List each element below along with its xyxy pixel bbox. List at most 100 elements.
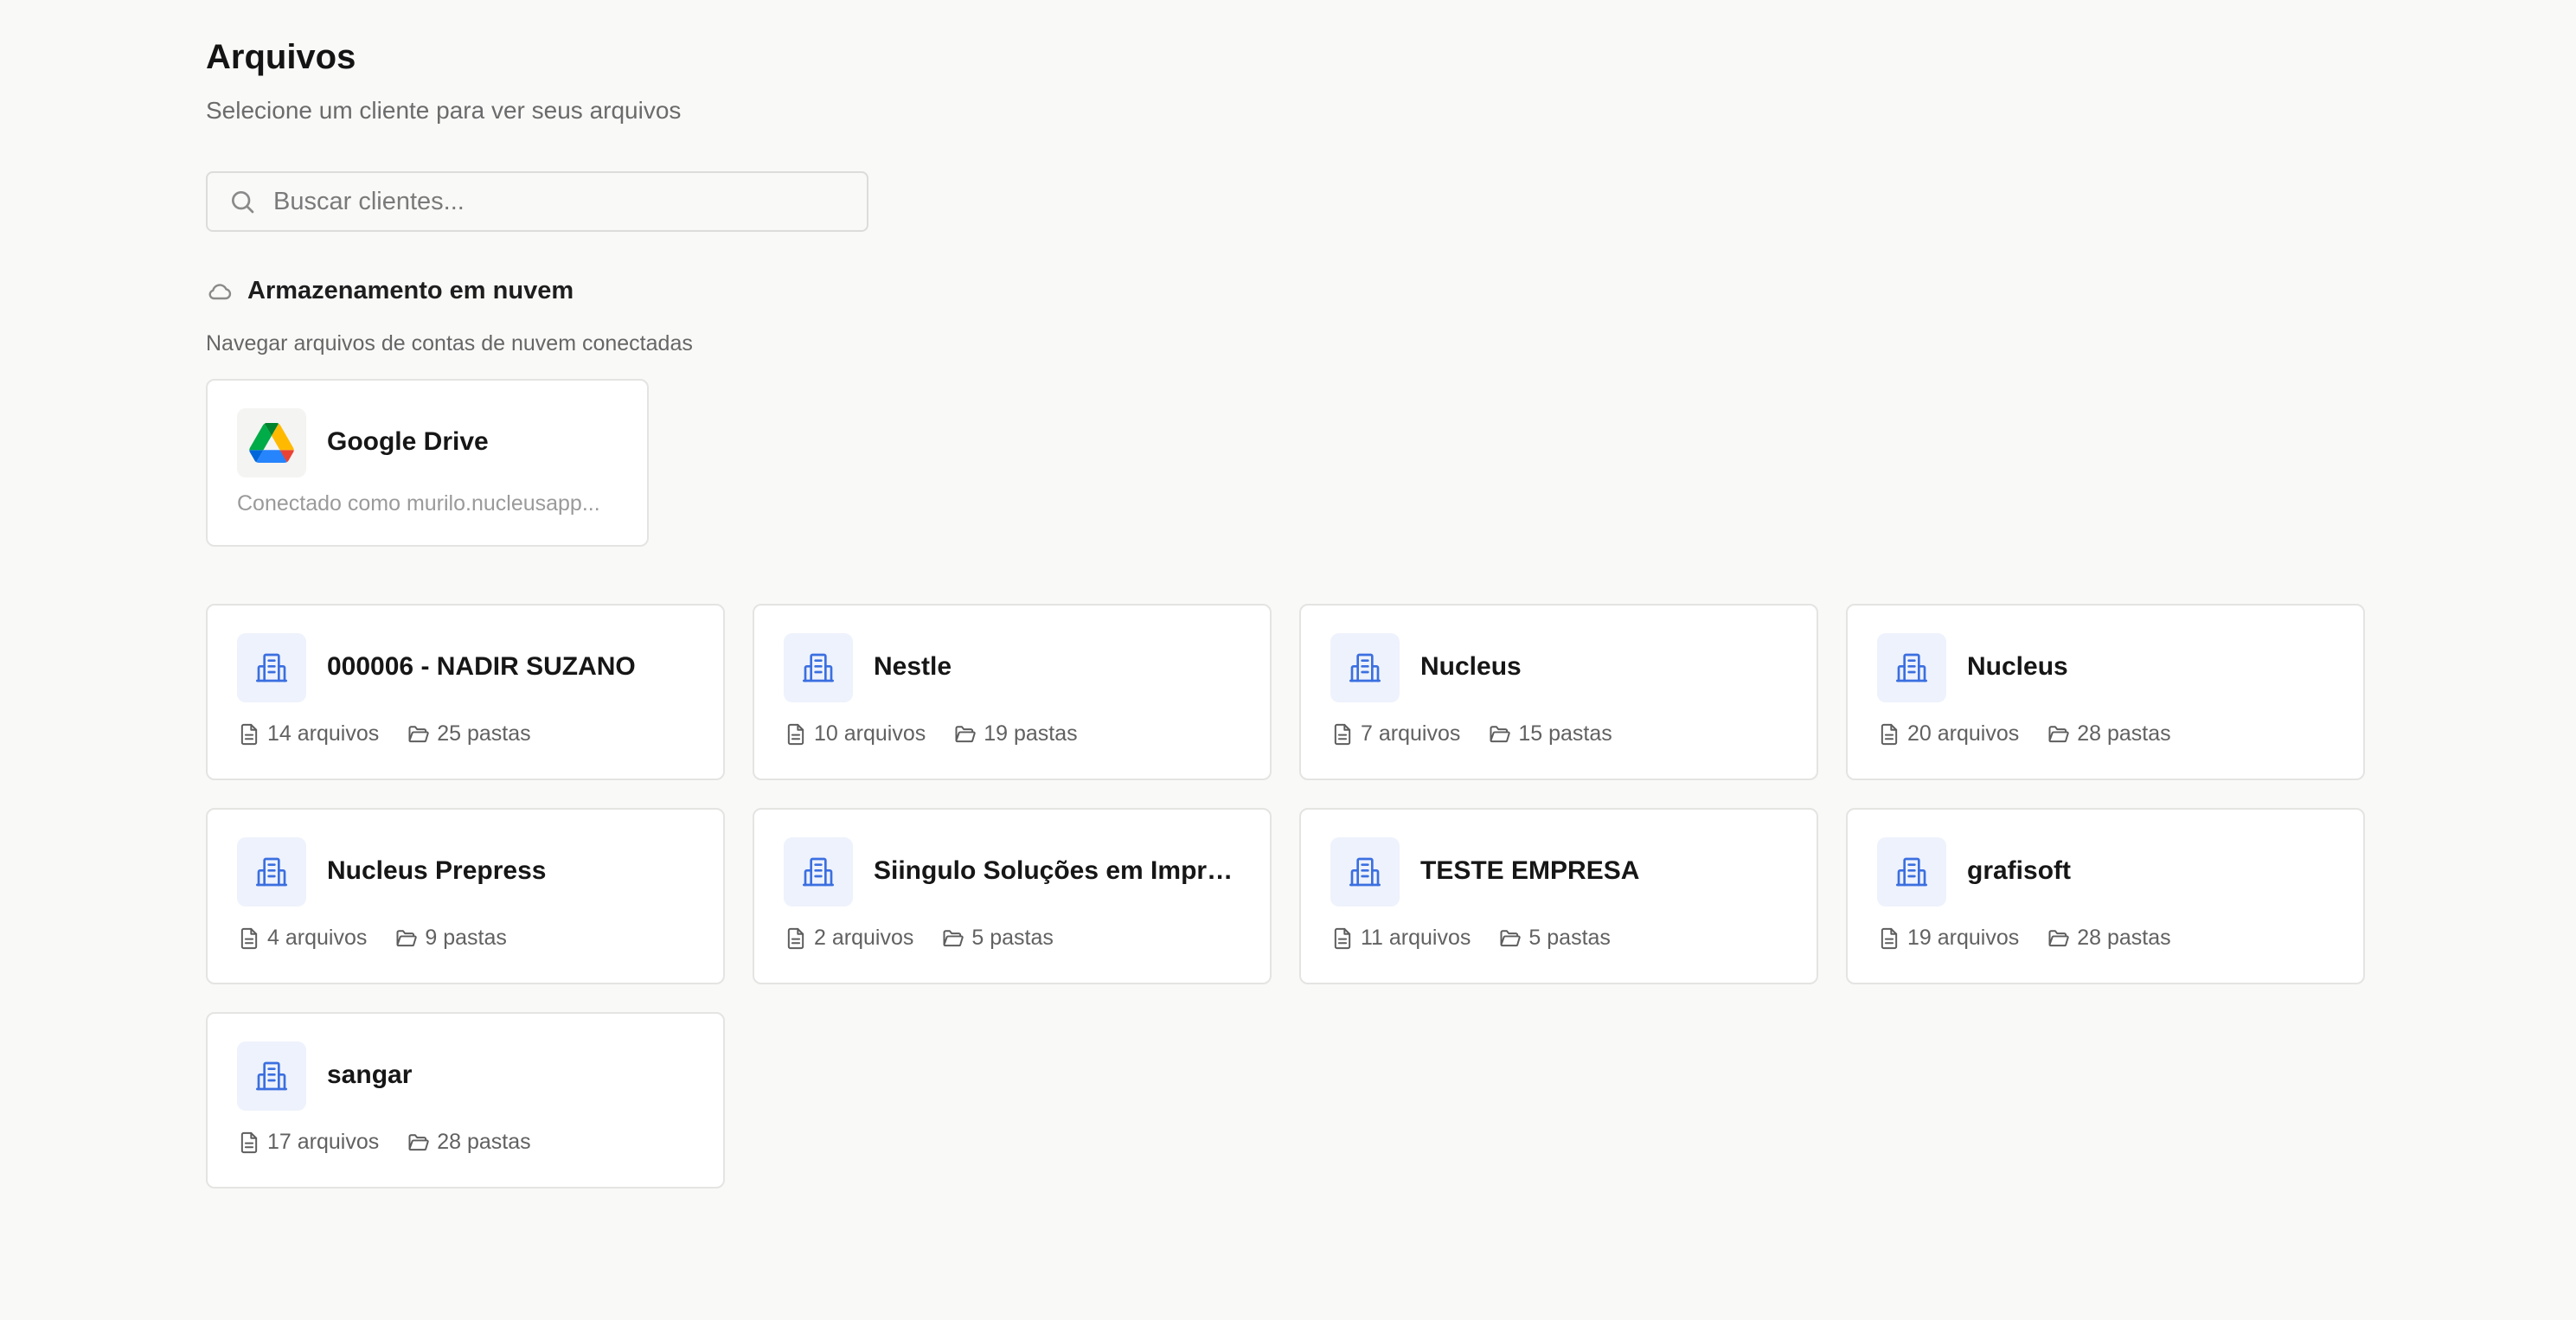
client-meta: 14 arquivos 25 pastas (237, 721, 559, 747)
client-badge (784, 633, 853, 702)
client-card[interactable]: grafisoft 19 arquivos 28 pastas (1846, 808, 2365, 984)
cloud-storage-description: Navegar arquivos de contas de nuvem cone… (206, 331, 693, 356)
folder-count-text: 28 pastas (437, 1130, 531, 1154)
file-count: 7 arquivos (1330, 721, 1460, 747)
folder-icon (408, 725, 429, 742)
file-count: 10 arquivos (784, 721, 926, 747)
google-drive-status: Conectado como murilo.nucleusapp... (237, 491, 600, 516)
file-count-text: 20 arquivos (1907, 721, 2020, 746)
building-icon (1896, 857, 1927, 887)
building-icon (1349, 653, 1381, 682)
file-icon (1334, 927, 1351, 949)
client-card[interactable]: 000006 - NADIR SUZANO 14 arquivos 25 pasta… (206, 604, 725, 780)
client-meta: 20 arquivos 28 pastas (1877, 721, 2199, 747)
client-card[interactable]: Siingulo Soluções em Impres... 2 arquivos… (753, 808, 1272, 984)
search-icon (232, 191, 254, 214)
files-page: Arquivos Selecione um cliente para ver s… (0, 0, 2576, 1320)
folder-count: 9 pastas (394, 926, 507, 951)
folder-count-text: 28 pastas (2077, 926, 2171, 950)
folder-icon (396, 929, 418, 946)
folder-count-text: 5 pastas (971, 926, 1054, 950)
client-name: Siingulo Soluções em Impres... (874, 856, 1246, 885)
client-name: Nucleus Prepress (327, 856, 547, 885)
file-count-text: 17 arquivos (267, 1130, 380, 1154)
cloud-icon (208, 283, 232, 299)
client-meta: 2 arquivos 5 pastas (784, 926, 1081, 951)
file-icon (1881, 927, 1898, 949)
file-count: 19 arquivos (1877, 926, 2019, 951)
client-name: grafisoft (1967, 856, 2071, 885)
client-badge (1877, 633, 1946, 702)
client-card[interactable]: Nestle 10 arquivos 19 pastas (753, 604, 1272, 780)
client-name: 000006 - NADIR SUZANO (327, 652, 636, 681)
client-meta: 4 arquivos 9 pastas (237, 926, 535, 951)
client-badge (784, 837, 853, 907)
folder-icon (943, 929, 964, 946)
google-drive-icon (237, 408, 306, 477)
file-icon (240, 927, 258, 949)
folder-icon (955, 725, 976, 742)
client-badge (1877, 837, 1946, 907)
client-meta: 17 arquivos 28 pastas (237, 1130, 559, 1155)
file-count: 14 arquivos (237, 721, 379, 747)
client-badge (237, 837, 306, 907)
file-count-text: 7 arquivos (1361, 721, 1461, 746)
folder-count: 25 pastas (407, 721, 531, 747)
file-icon (787, 723, 804, 745)
cloud-storage-heading: Armazenamento em nuvem (206, 277, 574, 305)
cloud-storage-label: Armazenamento em nuvem (247, 277, 574, 304)
folder-icon (1500, 929, 1522, 946)
folder-count: 28 pastas (2047, 721, 2171, 747)
client-card[interactable]: Nucleus 7 arquivos 15 pastas (1299, 604, 1818, 780)
file-icon (1334, 723, 1351, 745)
client-name: TESTE EMPRESA (1420, 856, 1640, 885)
file-count-text: 2 arquivos (814, 926, 914, 950)
client-badge (1330, 633, 1400, 702)
google-drive-card[interactable]: Google Drive Conectado como murilo.nucle… (206, 379, 649, 547)
search-box[interactable] (206, 171, 868, 232)
client-badge (237, 1041, 306, 1111)
folder-count-text: 25 pastas (437, 721, 531, 746)
client-name: Nestle (874, 652, 952, 681)
building-icon (256, 1061, 287, 1091)
file-count: 17 arquivos (237, 1130, 379, 1155)
file-count: 4 arquivos (237, 926, 367, 951)
client-name: Nucleus (1967, 652, 2068, 681)
folder-count: 19 pastas (953, 721, 1078, 747)
google-drive-name: Google Drive (327, 427, 489, 456)
folder-icon (2048, 725, 2069, 742)
client-meta: 19 arquivos 28 pastas (1877, 926, 2199, 951)
file-icon (240, 723, 258, 745)
file-icon (1881, 723, 1898, 745)
client-meta: 7 arquivos 15 pastas (1330, 721, 1640, 747)
folder-count-text: 15 pastas (1518, 721, 1612, 746)
client-card[interactable]: sangar 17 arquivos 28 pastas (206, 1012, 725, 1189)
folder-count: 15 pastas (1488, 721, 1612, 747)
client-card[interactable]: Nucleus 20 arquivos 28 pastas (1846, 604, 2365, 780)
file-count-text: 14 arquivos (267, 721, 380, 746)
building-icon (1896, 653, 1927, 682)
file-count-text: 4 arquivos (267, 926, 368, 950)
folder-icon (2048, 929, 2069, 946)
file-icon (787, 927, 804, 949)
client-meta: 11 arquivos 5 pastas (1330, 926, 1638, 951)
folder-count-text: 5 pastas (1528, 926, 1611, 950)
page-title: Arquivos (206, 38, 356, 76)
file-icon (240, 1131, 258, 1153)
client-card[interactable]: TESTE EMPRESA 11 arquivos 5 pastas (1299, 808, 1818, 984)
folder-icon (408, 1133, 429, 1150)
folder-count-text: 19 pastas (984, 721, 1078, 746)
client-card[interactable]: Nucleus Prepress 4 arquivos 9 pastas (206, 808, 725, 984)
file-count-text: 10 arquivos (814, 721, 926, 746)
folder-count: 28 pastas (407, 1130, 531, 1155)
folder-icon (1490, 725, 1511, 742)
file-count: 20 arquivos (1877, 721, 2019, 747)
building-icon (256, 653, 287, 682)
folder-count: 5 pastas (1498, 926, 1611, 951)
folder-count: 5 pastas (941, 926, 1054, 951)
building-icon (256, 857, 287, 887)
client-name: sangar (327, 1060, 413, 1089)
folder-count: 28 pastas (2047, 926, 2171, 951)
search-input[interactable] (273, 187, 844, 216)
building-icon (1349, 857, 1381, 887)
